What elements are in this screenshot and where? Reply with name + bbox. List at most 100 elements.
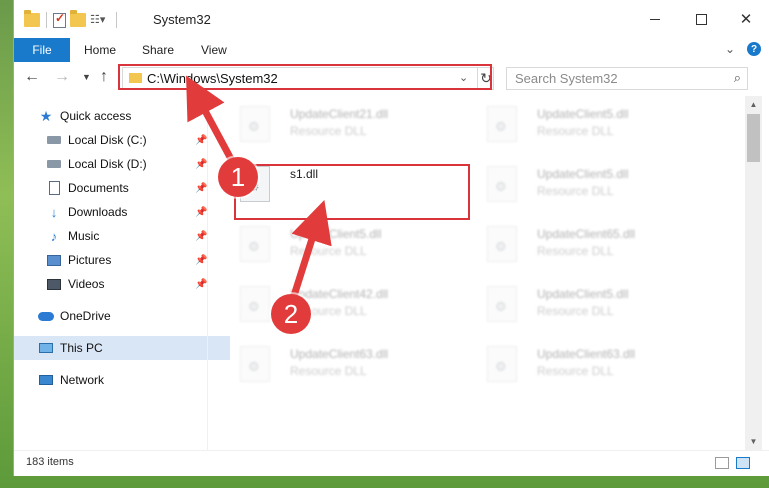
dll-file-icon xyxy=(240,226,270,262)
expand-ribbon-icon[interactable]: ⌄ xyxy=(725,42,735,56)
file-name: UpdateClient21.dll xyxy=(290,107,389,121)
pane-divider[interactable] xyxy=(207,94,208,450)
properties-icon[interactable] xyxy=(53,11,66,28)
pin-icon[interactable]: 📌 xyxy=(195,183,207,194)
file-name: UpdateClient63.dll xyxy=(537,347,636,361)
title-bar: ☷▾ System32 ✕ xyxy=(14,0,769,38)
sidebar-item-label: Pictures xyxy=(68,253,112,267)
details-view-icon[interactable] xyxy=(715,457,729,469)
pin-icon[interactable]: 📌 xyxy=(195,135,207,146)
file-type: Resource DLL xyxy=(290,244,367,258)
sidebar-item-label: OneDrive xyxy=(60,309,111,323)
dll-file-icon xyxy=(487,166,517,202)
sidebar-item-videos[interactable]: Videos 📌 xyxy=(14,272,238,296)
chevron-down-icon[interactable]: ⌄ xyxy=(459,71,468,84)
folder-icon xyxy=(129,73,142,83)
sidebar-item-network[interactable]: Network xyxy=(14,368,230,392)
file-item[interactable]: UpdateClient5.dll Resource DLL xyxy=(475,278,711,332)
pin-icon[interactable]: 📌 xyxy=(195,279,207,290)
quick-access-toolbar: ☷▾ xyxy=(24,10,119,28)
sidebar-item-quick-access[interactable]: ★ Quick access xyxy=(14,104,230,128)
file-type: Resource DLL xyxy=(537,124,614,138)
sidebar-item-local-disk-d[interactable]: Local Disk (D:) 📌 xyxy=(14,152,238,176)
file-type: Resource DLL xyxy=(537,364,614,378)
pin-icon[interactable]: 📌 xyxy=(195,231,207,242)
pin-icon[interactable]: 📌 xyxy=(195,159,207,170)
sidebar-item-label: Quick access xyxy=(60,109,132,123)
music-icon: ♪ xyxy=(50,228,58,244)
customize-toolbar-icon[interactable]: ☷▾ xyxy=(90,13,106,27)
scroll-up-icon[interactable]: ▲ xyxy=(745,96,762,113)
picture-icon xyxy=(46,253,62,267)
file-name: UpdateClient5.dll xyxy=(537,287,629,301)
tab-share[interactable]: Share xyxy=(142,38,174,62)
forward-arrow-icon[interactable]: → xyxy=(54,68,70,86)
search-placeholder: Search System32 xyxy=(515,71,618,86)
file-item[interactable]: UpdateClient5.dll Resource DLL xyxy=(475,98,711,152)
file-item-s1-dll[interactable]: s1.dll xyxy=(228,158,464,212)
sidebar-item-downloads[interactable]: ↓ Downloads 📌 xyxy=(14,200,238,224)
file-list: UpdateClient21.dll Resource DLL s1.dll U… xyxy=(220,96,744,450)
sidebar-item-label: Videos xyxy=(68,277,105,291)
file-item[interactable]: UpdateClient42.dll Resource DLL xyxy=(228,278,464,332)
file-item[interactable]: UpdateClient63.dll Resource DLL xyxy=(228,338,464,392)
sidebar-item-label: Local Disk (D:) xyxy=(68,157,147,171)
address-path[interactable]: C:\Windows\System32 xyxy=(147,71,278,86)
back-arrow-icon[interactable]: ← xyxy=(24,68,40,86)
recent-locations-icon[interactable]: ▼ xyxy=(82,72,91,82)
dll-file-icon xyxy=(240,286,270,322)
file-type: Resource DLL xyxy=(537,184,614,198)
dll-file-icon xyxy=(487,106,517,142)
file-type: Resource DLL xyxy=(537,244,614,258)
ribbon-controls: ⌄ ? xyxy=(725,42,761,56)
search-input[interactable]: Search System32 ⌕ xyxy=(506,67,748,90)
scroll-thumb[interactable] xyxy=(747,114,760,162)
file-explorer-window: ☷▾ System32 ✕ File Home Share View ⌄ ? ←… xyxy=(14,0,769,476)
file-item[interactable]: UpdateClient21.dll Resource DLL xyxy=(228,98,464,152)
tab-home[interactable]: Home xyxy=(84,38,116,62)
divider xyxy=(116,12,117,28)
dll-file-icon xyxy=(240,346,270,382)
close-button[interactable]: ✕ xyxy=(723,0,769,38)
dll-file-icon xyxy=(487,286,517,322)
refresh-icon[interactable]: ↻ xyxy=(477,68,494,89)
ribbon: File Home Share View ⌄ ? xyxy=(14,38,769,63)
dll-file-icon xyxy=(487,346,517,382)
minimize-button[interactable] xyxy=(632,0,678,38)
sidebar-item-documents[interactable]: Documents 📌 xyxy=(14,176,238,200)
tiles-view-icon[interactable] xyxy=(736,457,750,469)
search-icon: ⌕ xyxy=(733,70,741,85)
network-icon xyxy=(38,373,54,387)
up-arrow-icon[interactable]: ↑ xyxy=(100,68,108,86)
dll-file-icon xyxy=(487,226,517,262)
pin-icon[interactable]: 📌 xyxy=(195,207,207,218)
new-folder-icon[interactable] xyxy=(70,10,86,27)
file-item[interactable]: UpdateClient63.dll Resource DLL xyxy=(475,338,711,392)
vertical-scrollbar[interactable]: ▲ ▼ xyxy=(745,96,762,450)
computer-icon xyxy=(38,341,54,355)
pin-icon[interactable]: 📌 xyxy=(195,255,207,266)
help-icon[interactable]: ? xyxy=(747,42,761,56)
scroll-down-icon[interactable]: ▼ xyxy=(745,433,762,450)
sidebar-item-onedrive[interactable]: OneDrive xyxy=(14,304,230,328)
file-name: UpdateClient5.dll xyxy=(537,107,629,121)
file-type: Resource DLL xyxy=(537,304,614,318)
folder-icon xyxy=(24,10,40,27)
file-name: s1.dll xyxy=(290,167,319,181)
maximize-button[interactable] xyxy=(678,0,724,38)
sidebar-item-this-pc[interactable]: This PC xyxy=(14,336,230,360)
address-bar[interactable]: C:\Windows\System32 ⌄ ↻ xyxy=(122,67,494,90)
status-bar: 183 items xyxy=(14,450,769,476)
navigation-pane: ★ Quick access Local Disk (C:) 📌 Local D… xyxy=(14,98,230,450)
sidebar-item-music[interactable]: ♪ Music 📌 xyxy=(14,224,238,248)
file-item[interactable]: UpdateClient5.dll Resource DLL xyxy=(228,218,464,272)
file-item[interactable]: UpdateClient5.dll Resource DLL xyxy=(475,158,711,212)
tab-file[interactable]: File xyxy=(14,38,70,62)
tab-view[interactable]: View xyxy=(201,38,227,62)
file-type: Resource DLL xyxy=(290,124,367,138)
maximize-icon xyxy=(695,13,707,25)
sidebar-item-local-disk-c[interactable]: Local Disk (C:) 📌 xyxy=(14,128,238,152)
sidebar-item-pictures[interactable]: Pictures 📌 xyxy=(14,248,238,272)
file-type: Resource DLL xyxy=(290,364,367,378)
file-item[interactable]: UpdateClient65.dll Resource DLL xyxy=(475,218,711,272)
